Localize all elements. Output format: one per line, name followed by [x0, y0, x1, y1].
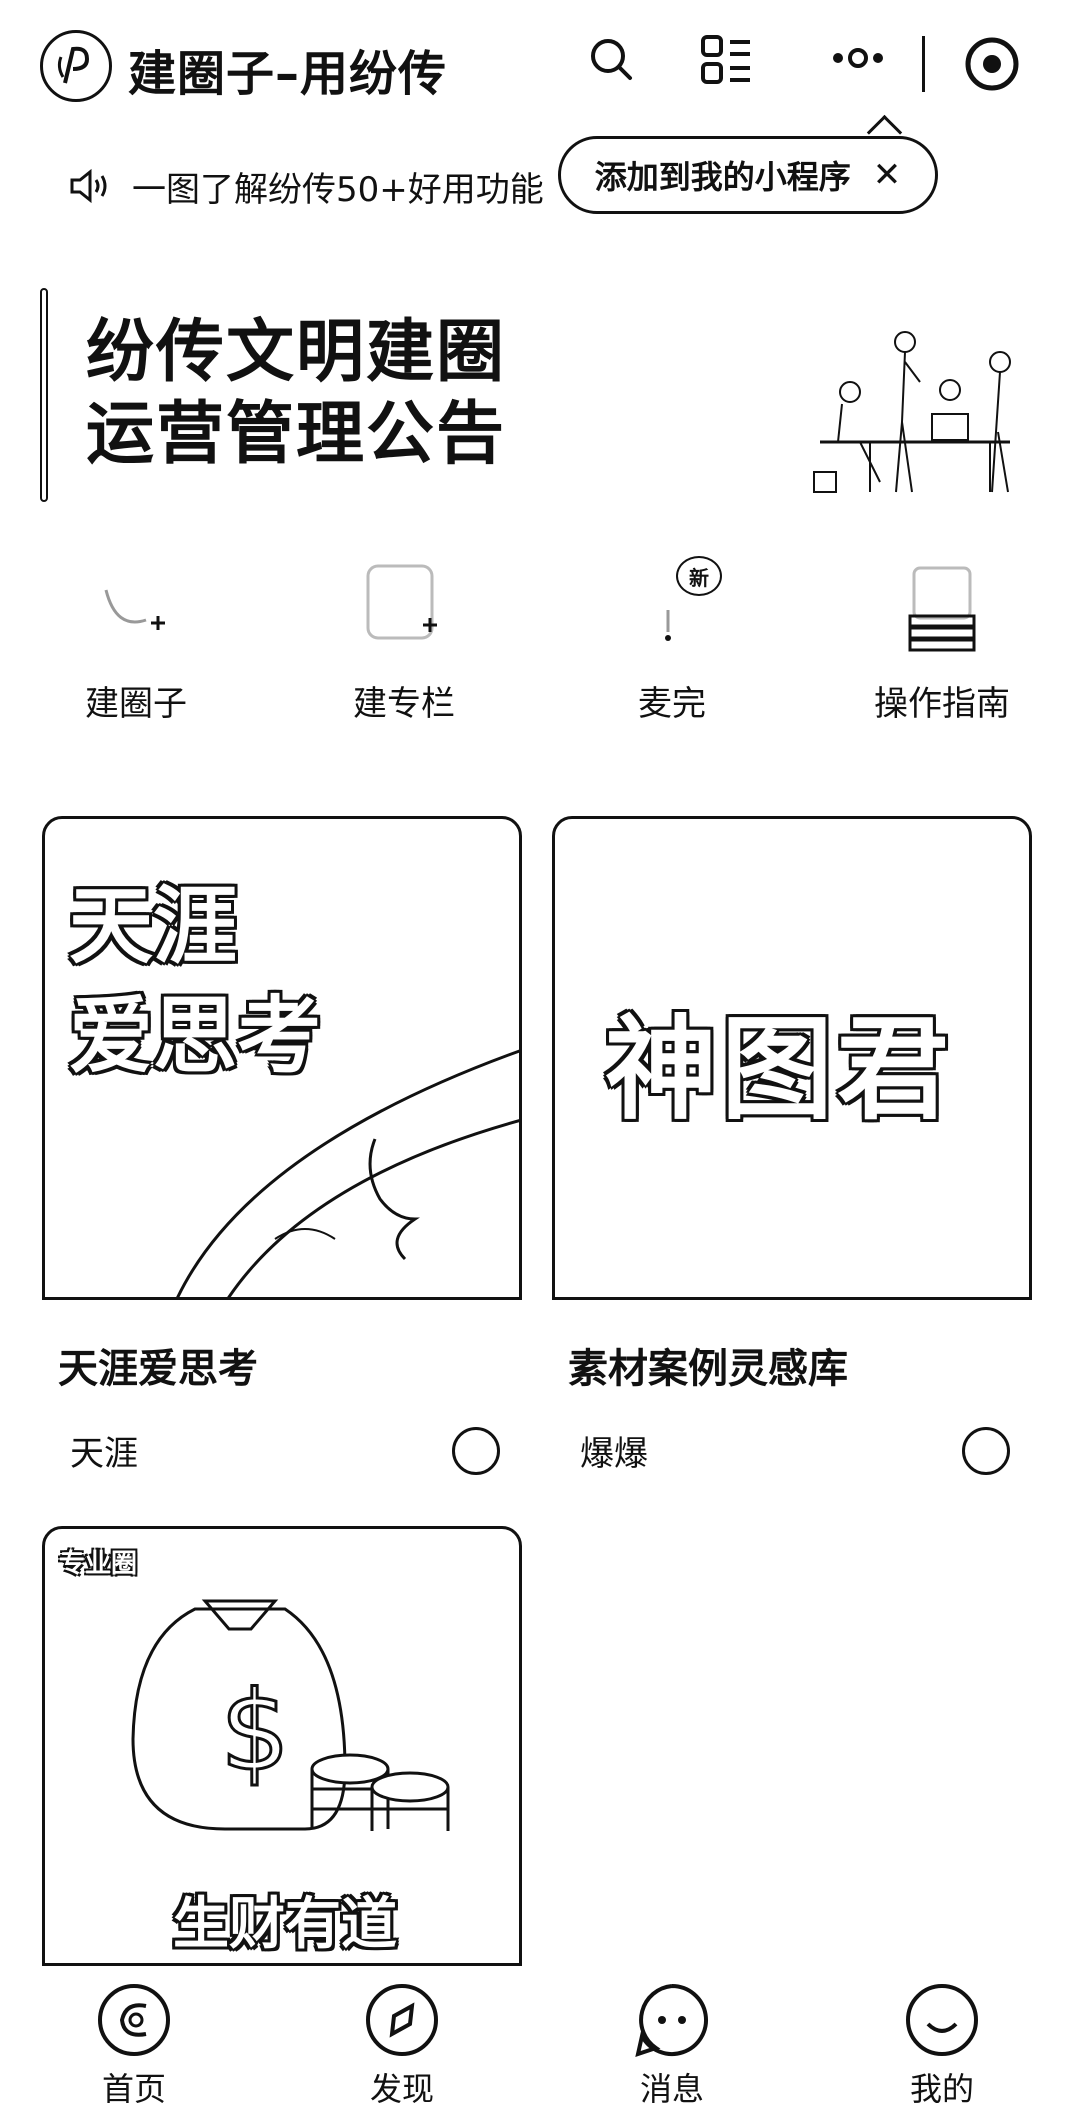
card-author-row: 爆爆 [580, 1426, 1010, 1475]
create-column-icon [354, 560, 454, 660]
hooded-figure-illustration [176, 1049, 519, 1297]
quick-action-create-column[interactable]: 建专栏 [294, 560, 514, 725]
tab-profile[interactable]: 我的 [862, 1982, 1022, 2110]
cover-title: 神图君 [605, 1005, 953, 1135]
quick-action-label: 麦完 [638, 684, 706, 724]
avatar[interactable] [962, 1426, 1010, 1475]
capsule-divider [922, 36, 925, 92]
circle-card[interactable]: 专业圈 $ 生财有道 [42, 1526, 522, 1966]
message-icon [634, 1982, 710, 2058]
card-title: 素材案例灵感库 [568, 1346, 848, 1392]
quick-action-label: 建圈子 [85, 684, 187, 724]
card-author-row: 天涯 [70, 1426, 500, 1475]
avatar[interactable] [452, 1426, 500, 1475]
banner[interactable]: 纷传文明建圈 运营管理公告 [40, 282, 1040, 512]
quick-action-guide[interactable]: 操作指南 [832, 560, 1052, 725]
card-cover: 天涯 爱思考 [42, 816, 522, 1300]
tab-home[interactable]: 首页 [54, 1982, 214, 2110]
tooltip-label: 添加到我的小程序 [594, 158, 851, 196]
card-author: 爆爆 [580, 1434, 648, 1474]
tab-label: 我的 [909, 2070, 974, 2108]
target-icon[interactable] [964, 36, 1020, 92]
tab-discover[interactable]: 发现 [322, 1982, 482, 2110]
quick-action-label: 操作指南 [874, 684, 1010, 724]
home-icon [96, 1982, 172, 2058]
tab-label: 消息 [639, 2070, 704, 2108]
mic-icon: 新 [622, 556, 722, 660]
office-people-illustration [810, 322, 1030, 502]
banner-title: 纷传文明建圈 运营管理公告 [86, 313, 507, 474]
tab-messages[interactable]: 消息 [592, 1982, 752, 2110]
add-to-my-miniprogram-tooltip[interactable]: 添加到我的小程序 ✕ [558, 136, 938, 214]
quick-action-create-circle[interactable]: 建圈子 [26, 560, 246, 725]
profile-icon [904, 1982, 980, 2058]
card-author: 天涯 [70, 1434, 138, 1474]
guide-book-icon [892, 560, 992, 660]
circle-card[interactable]: 天涯 爱思考 天涯爱思考 天涯 [42, 816, 522, 1475]
card-cover: 专业圈 $ 生财有道 [42, 1526, 522, 1966]
card-cover: 神图君 [552, 816, 1032, 1300]
announcement-bar[interactable]: 一图了解纷传50+好用功能 [68, 160, 544, 212]
app-title: 建圈子–用纷传 [128, 46, 448, 102]
grid-list-icon[interactable] [700, 34, 752, 86]
tab-label: 发现 [369, 2070, 434, 2108]
card-title: 天涯爱思考 [58, 1346, 258, 1392]
speaker-icon [68, 166, 112, 206]
bottom-tab-bar: 首页 发现 消息 我的 [0, 1970, 1080, 2122]
quick-action-label: 建专栏 [353, 684, 455, 724]
search-icon[interactable] [588, 36, 634, 82]
more-icon[interactable] [830, 44, 886, 72]
tab-label: 首页 [101, 2070, 166, 2108]
compass-icon [364, 1982, 440, 2058]
new-badge: 新 [676, 556, 722, 596]
announcement-text: 一图了解纷传50+好用功能 [132, 169, 544, 210]
close-icon[interactable]: ✕ [873, 155, 902, 195]
quick-action-mic[interactable]: 新 麦完 [562, 556, 782, 725]
create-circle-icon [86, 560, 186, 660]
app-logo-icon[interactable] [40, 30, 112, 102]
circle-card[interactable]: 神图君 素材案例灵感库 爆爆 [552, 816, 1032, 1475]
top-bar: 建圈子–用纷传 [0, 0, 1080, 120]
svg-text:$: $ [220, 1667, 290, 1795]
cover-title: 生财有道 [173, 1892, 397, 1957]
banner-accent-bar [40, 288, 48, 502]
